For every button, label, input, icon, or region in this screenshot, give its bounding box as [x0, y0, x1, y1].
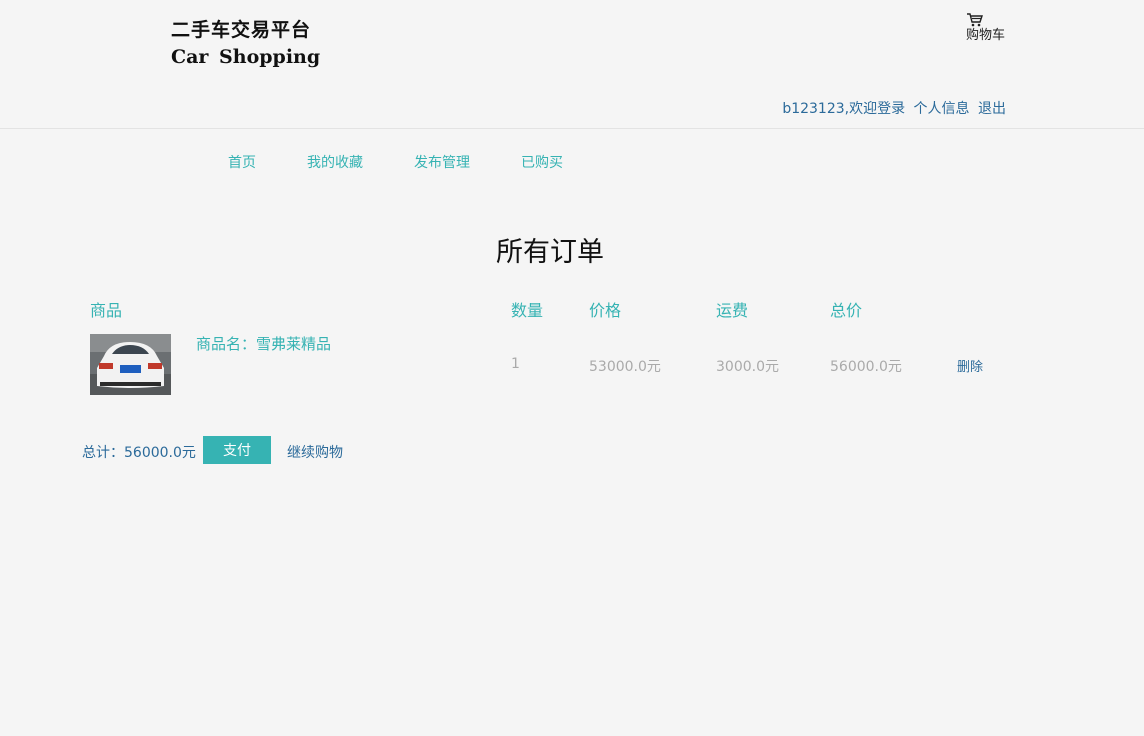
delete-link[interactable]: 删除 [957, 356, 983, 375]
main-nav: 首页 我的收藏 发布管理 已购买 [228, 152, 614, 172]
logo-title-en: Car Shopping [171, 46, 321, 68]
nav-item-purchased[interactable]: 已购买 [521, 152, 563, 172]
header-price: 价格 [589, 301, 622, 320]
nav-item-favorites[interactable]: 我的收藏 [307, 152, 363, 172]
site-logo: 二手车交易平台 Car Shopping [171, 18, 320, 70]
product-name[interactable]: 商品名：雪弗莱精品 [196, 333, 331, 354]
header-total: 总价 [830, 301, 863, 320]
cell-shipping: 3000.0元 [716, 359, 779, 375]
cell-total: 56000.0元 [830, 359, 902, 375]
pay-button[interactable]: 支付 [203, 436, 271, 464]
header-shipping: 运费 [716, 301, 749, 320]
product-thumbnail[interactable] [90, 334, 171, 395]
cell-quantity: 1 [511, 356, 520, 372]
user-bar: b123123,欢迎登录 个人信息 退出 [782, 98, 1006, 118]
welcome-text: b123123,欢迎登录 [782, 101, 906, 117]
nav-item-publish[interactable]: 发布管理 [414, 152, 470, 172]
header-quantity: 数量 [511, 301, 544, 320]
header-product: 商品 [90, 301, 123, 320]
shopping-cart-icon [966, 12, 1005, 28]
cart-label: 购物车 [966, 28, 1006, 43]
cell-price: 53000.0元 [589, 359, 661, 375]
nav-item-home[interactable]: 首页 [228, 152, 256, 172]
header-divider [0, 128, 1144, 129]
order-total: 总计：56000.0元 [82, 445, 196, 461]
cart-link[interactable]: 购物车 [966, 12, 1005, 44]
profile-link[interactable]: 个人信息 [914, 101, 970, 117]
logo-title-cn: 二手车交易平台 [171, 19, 312, 41]
logout-link[interactable]: 退出 [978, 101, 1006, 117]
page-title: 所有订单 [496, 237, 604, 268]
continue-shopping-link[interactable]: 继续购物 [287, 442, 343, 462]
